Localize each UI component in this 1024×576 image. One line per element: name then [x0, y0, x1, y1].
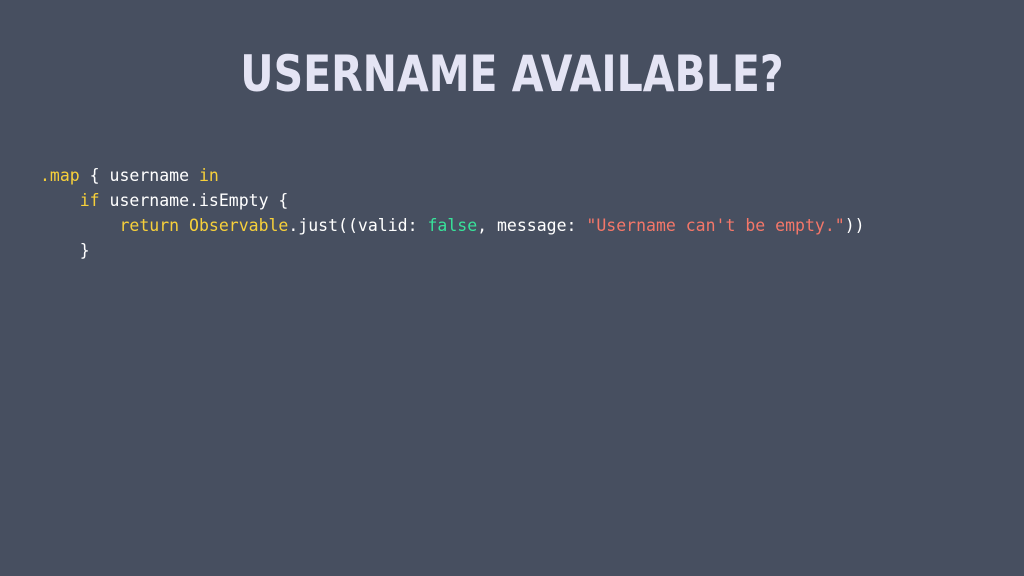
slide: USERNAME AVAILABLE? .map { username in i… — [0, 0, 1024, 576]
code-token: if — [79, 191, 100, 210]
code-block: .map { username in if username.isEmpty {… — [40, 163, 865, 263]
code-token: } — [40, 241, 90, 260]
code-token: username.isEmpty { — [99, 191, 289, 210]
code-token: .just((valid: — [288, 216, 428, 235]
code-token: false — [427, 216, 478, 235]
code-line: .map { username in — [40, 163, 865, 188]
code-token: .map — [40, 166, 80, 185]
code-line: return Observable.just((valid: false, me… — [40, 213, 865, 238]
code-line: if username.isEmpty { — [40, 188, 865, 213]
code-token: Observable — [189, 216, 289, 235]
slide-title: USERNAME AVAILABLE? — [240, 45, 784, 103]
code-token: )) — [844, 216, 865, 235]
code-token: in — [198, 166, 219, 185]
code-token: "Username can't be empty." — [586, 216, 845, 235]
code-line: } — [40, 238, 865, 263]
code-token: { username — [79, 166, 199, 185]
code-token: return — [119, 216, 180, 235]
code-token: , message: — [477, 216, 587, 235]
